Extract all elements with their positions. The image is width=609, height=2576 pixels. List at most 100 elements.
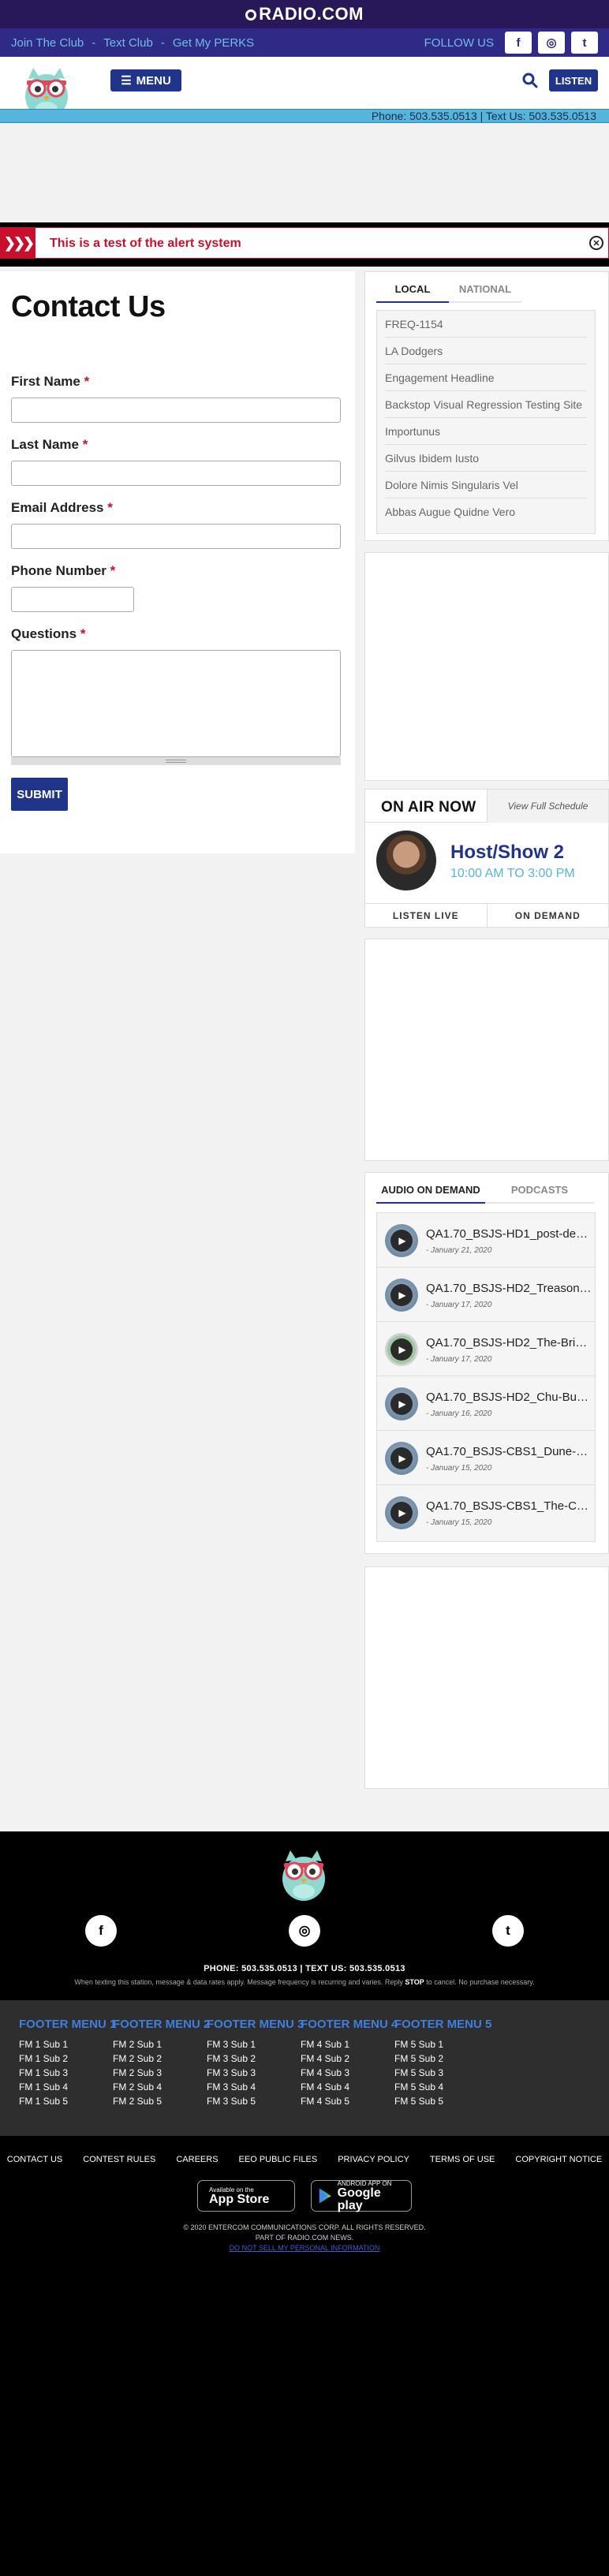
footer-menu-item[interactable]: FM 3 Sub 2 (207, 2051, 295, 2066)
news-item[interactable]: Importunus (385, 418, 587, 445)
audio-item[interactable]: ▶ QA1.70_BSJS-HD2_Chu-Bu-and-Sheamus - J… (377, 1376, 595, 1431)
join-the-club-link[interactable]: Join The Club (11, 36, 84, 50)
last-name-input[interactable] (11, 461, 341, 486)
terms-of-use-link[interactable]: TERMS OF USE (430, 2155, 495, 2164)
news-item[interactable]: Abbas Augue Quidne Vero (385, 498, 587, 525)
footer-menu-item[interactable]: FM 2 Sub 5 (113, 2094, 201, 2108)
news-item[interactable]: LA Dodgers (385, 338, 587, 364)
twitter-icon[interactable]: t (571, 32, 598, 54)
audio-item[interactable]: ▶ QA1.70_BSJS-CBS1_Dune-Cloud - January … (377, 1431, 595, 1485)
footer-menu-item[interactable]: FM 5 Sub 3 (394, 2066, 483, 2080)
news-item[interactable]: FREQ-1154 (385, 311, 587, 338)
news-item[interactable]: Engagement Headline (385, 364, 587, 391)
audio-thumbnail: ▶ (385, 1496, 418, 1529)
host-show-name[interactable]: Host/Show 2 (450, 842, 564, 864)
audio-item[interactable]: ▶ QA1.70_BSJS-HD2_Treason-and-Plot - Jan… (377, 1267, 595, 1322)
footer-menu-item[interactable]: FM 2 Sub 4 (113, 2080, 201, 2094)
footer-menu-item[interactable]: FM 5 Sub 5 (394, 2094, 483, 2108)
hamburger-icon: ☰ (121, 74, 132, 88)
footer-menu-item[interactable]: FM 2 Sub 2 (113, 2051, 201, 2066)
app-store-badge[interactable]: Available on the App Store (197, 2180, 295, 2212)
footer-menu-item[interactable]: FM 3 Sub 1 (207, 2037, 295, 2051)
get-my-perks-link[interactable]: Get My PERKS (173, 36, 254, 50)
questions-textarea[interactable] (11, 650, 341, 757)
email-address-input[interactable] (11, 524, 341, 549)
first-name-input[interactable] (11, 398, 341, 423)
footer-menu-title[interactable]: FOOTER MENU 1 (19, 2018, 116, 2031)
search-icon[interactable] (522, 73, 538, 88)
footer-menu-item[interactable]: FM 3 Sub 4 (207, 2080, 295, 2094)
news-item[interactable]: Dolore Nimis Singularis Vel (385, 472, 587, 498)
footer-menu-item[interactable]: FM 1 Sub 1 (19, 2037, 107, 2051)
play-icon[interactable]: ▶ (390, 1338, 413, 1361)
footer-menu-item[interactable]: FM 1 Sub 5 (19, 2094, 107, 2108)
news-item[interactable]: Gilvus Ibidem Iusto (385, 445, 587, 472)
audio-item[interactable]: ▶ QA1.70_BSJS-CBS1_The-Corsair - January… (377, 1485, 595, 1540)
news-item[interactable]: Backstop Visual Regression Testing Site (385, 391, 587, 418)
tab-national[interactable]: NATIONAL (449, 277, 521, 303)
radio-com-logo[interactable]: RADIO.COM (245, 4, 364, 24)
instagram-icon[interactable]: ◎ (538, 32, 565, 54)
twitter-icon[interactable]: t (492, 1915, 524, 1947)
textarea-resize-handle[interactable] (11, 757, 341, 765)
on-demand-button[interactable]: ON DEMAND (486, 904, 609, 927)
audio-item[interactable]: ▶ QA1.70_BSJS-HD1_post-deployment - Janu… (377, 1213, 595, 1267)
tab-podcasts[interactable]: PODCASTS (485, 1178, 594, 1204)
footer-menu-item[interactable]: FM 2 Sub 3 (113, 2066, 201, 2080)
do-not-sell-link[interactable]: DO NOT SELL MY PERSONAL INFORMATION (230, 2244, 380, 2252)
footer-menu-item[interactable]: FM 4 Sub 4 (301, 2080, 389, 2094)
text-club-link[interactable]: Text Club (103, 36, 153, 50)
footer-menu-item[interactable]: FM 4 Sub 5 (301, 2094, 389, 2108)
google-play-badge[interactable]: ANDROID APP ON Google play (311, 2180, 412, 2212)
on-air-actions: LISTEN LIVE ON DEMAND (365, 903, 608, 927)
instagram-icon[interactable]: ◎ (289, 1915, 320, 1947)
audio-title[interactable]: QA1.70_BSJS-HD2_Treason-and-Plot (426, 1282, 592, 1295)
top-bar: RADIO.COM (0, 0, 609, 28)
facebook-icon[interactable]: f (505, 32, 532, 54)
play-icon[interactable]: ▶ (390, 1230, 413, 1252)
footer-menu-title[interactable]: FOOTER MENU 2 (113, 2018, 210, 2031)
view-full-schedule-link[interactable]: View Full Schedule (487, 790, 608, 823)
footer-menu-item[interactable]: FM 1 Sub 3 (19, 2066, 107, 2080)
eeo-public-files-link[interactable]: EEO PUBLIC FILES (239, 2155, 318, 2164)
play-icon[interactable]: ▶ (390, 1502, 413, 1524)
footer-menu-item[interactable]: FM 5 Sub 1 (394, 2037, 483, 2051)
footer-menu-item[interactable]: FM 5 Sub 4 (394, 2080, 483, 2094)
privacy-policy-link[interactable]: PRIVACY POLICY (338, 2155, 409, 2164)
audio-title[interactable]: QA1.70_BSJS-HD2_Chu-Bu-and-Sheamus (426, 1391, 592, 1404)
menu-button[interactable]: ☰ MENU (110, 69, 181, 91)
footer-menu-item[interactable]: FM 1 Sub 4 (19, 2080, 107, 2094)
careers-link[interactable]: CAREERS (176, 2155, 218, 2164)
footer-menu-item[interactable]: FM 3 Sub 3 (207, 2066, 295, 2080)
play-icon[interactable]: ▶ (390, 1284, 413, 1306)
audio-title[interactable]: QA1.70_BSJS-HD2_The-Bridesmaid (426, 1336, 592, 1350)
footer-menu-item[interactable]: FM 5 Sub 2 (394, 2051, 483, 2066)
listen-button[interactable]: LISTEN (549, 69, 598, 91)
audio-title[interactable]: QA1.70_BSJS-CBS1_Dune-Cloud (426, 1445, 592, 1458)
close-icon[interactable]: ✕ (589, 236, 603, 250)
footer-menu-item[interactable]: FM 4 Sub 2 (301, 2051, 389, 2066)
footer-menu-item[interactable]: FM 2 Sub 1 (113, 2037, 201, 2051)
audio-item[interactable]: ▶ QA1.70_BSJS-HD2_The-Bridesmaid - Janua… (377, 1322, 595, 1376)
contest-rules-link[interactable]: CONTEST RULES (83, 2155, 155, 2164)
audio-title[interactable]: QA1.70_BSJS-CBS1_The-Corsair (426, 1499, 592, 1513)
footer-menu-item[interactable]: FM 4 Sub 3 (301, 2066, 389, 2080)
tab-audio-on-demand[interactable]: AUDIO ON DEMAND (376, 1178, 485, 1204)
footer-menu-item[interactable]: FM 1 Sub 2 (19, 2051, 107, 2066)
footer-menu-title[interactable]: FOOTER MENU 4 (301, 2018, 398, 2031)
owl-mascot-logo[interactable] (278, 1846, 330, 1902)
footer-menu-item[interactable]: FM 4 Sub 1 (301, 2037, 389, 2051)
copyright-notice-link[interactable]: COPYRIGHT NOTICE (515, 2155, 602, 2164)
footer-menu-title[interactable]: FOOTER MENU 3 (207, 2018, 304, 2031)
tab-local[interactable]: LOCAL (376, 277, 449, 303)
play-icon[interactable]: ▶ (390, 1447, 413, 1469)
footer-menu-title[interactable]: FOOTER MENU 5 (394, 2018, 491, 2031)
submit-button[interactable]: SUBMIT (11, 778, 68, 811)
contact-us-link[interactable]: CONTACT US (7, 2155, 63, 2164)
listen-live-button[interactable]: LISTEN LIVE (365, 904, 487, 927)
phone-number-input[interactable] (11, 587, 134, 612)
facebook-icon[interactable]: f (85, 1915, 117, 1947)
play-icon[interactable]: ▶ (390, 1393, 413, 1415)
footer-menu-item[interactable]: FM 3 Sub 5 (207, 2094, 295, 2108)
audio-title[interactable]: QA1.70_BSJS-HD1_post-deployment (426, 1227, 592, 1241)
